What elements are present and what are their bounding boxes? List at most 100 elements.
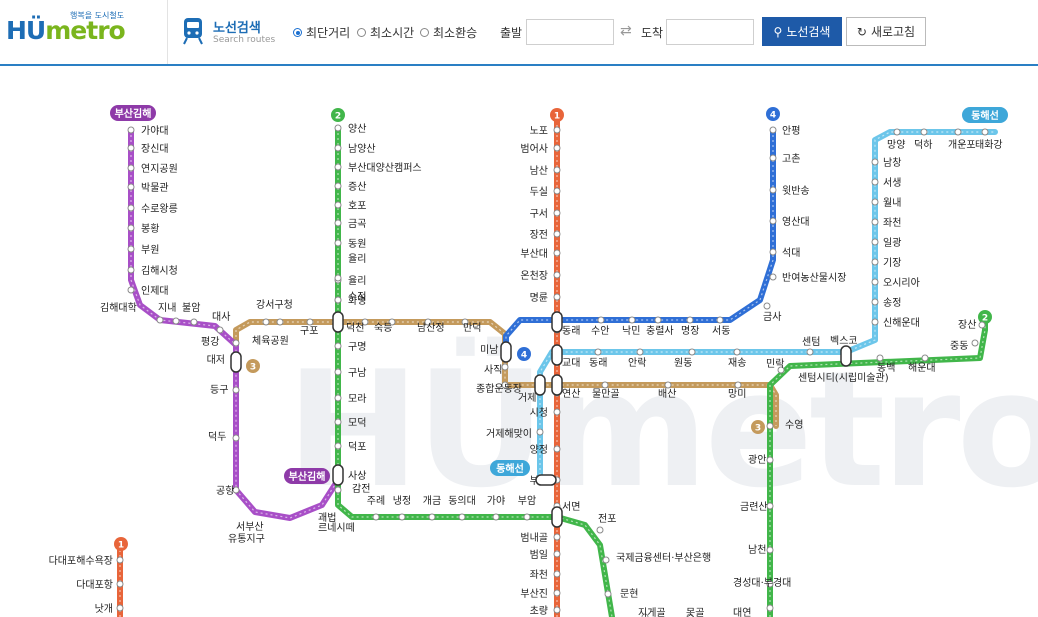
refresh-button[interactable]: ↻ 새로고침	[846, 17, 926, 46]
station-dot[interactable]	[127, 286, 135, 294]
station-label[interactable]: 수정	[348, 291, 366, 303]
station-label[interactable]: 동의대	[448, 495, 476, 507]
station-dot[interactable]	[766, 422, 774, 430]
station-dot[interactable]	[981, 128, 989, 136]
station-label[interactable]: 미남	[480, 344, 498, 356]
station-label[interactable]: 덕하	[914, 138, 932, 151]
station-dot[interactable]	[971, 339, 979, 347]
station-dot[interactable]	[871, 258, 879, 266]
station-dot[interactable]	[156, 316, 164, 324]
station-dot[interactable]	[523, 513, 531, 521]
station-dot[interactable]	[428, 513, 436, 521]
station-label[interactable]: 덕두	[208, 431, 226, 443]
station-label[interactable]: 월내	[883, 197, 901, 209]
station-label[interactable]: 르네시떼	[318, 522, 355, 534]
station-dot[interactable]	[871, 218, 879, 226]
station-label[interactable]: 망양	[887, 139, 905, 151]
station-dot[interactable]	[232, 339, 240, 347]
station-dot[interactable]	[636, 348, 644, 356]
station-dot[interactable]	[501, 363, 509, 371]
station-label[interactable]: 광안	[748, 454, 766, 466]
station-label[interactable]: 대사	[212, 311, 230, 323]
option-minimum-time[interactable]: 최소시간	[357, 24, 414, 41]
station-dot[interactable]	[766, 456, 774, 464]
station-dot[interactable]	[893, 128, 901, 136]
station-dot[interactable]	[734, 381, 742, 389]
station-label[interactable]: 센텀시티(시립미술관)	[798, 371, 889, 384]
station-label[interactable]: 명장	[681, 325, 699, 337]
station-dot[interactable]	[398, 513, 406, 521]
transfer-station[interactable]	[840, 345, 852, 367]
radio-selected-icon[interactable]	[293, 28, 302, 37]
station-dot[interactable]	[276, 318, 284, 326]
station-label[interactable]: 모라	[348, 393, 366, 405]
station-label[interactable]: 연지공원	[141, 163, 178, 175]
station-label[interactable]: 태화강	[975, 139, 1003, 151]
station-dot[interactable]	[876, 354, 884, 362]
station-dot[interactable]	[458, 513, 466, 521]
station-label[interactable]: 서부산	[236, 521, 264, 533]
station-label[interactable]: 율리	[348, 275, 366, 287]
station-label[interactable]: 사상	[348, 470, 366, 482]
swap-arrows-icon[interactable]: ⇄	[620, 23, 632, 39]
station-label[interactable]: 벡스코	[830, 335, 858, 347]
station-dot[interactable]	[334, 418, 342, 426]
station-label[interactable]: 윗반송	[782, 185, 810, 197]
station-label[interactable]: 덕천	[346, 322, 364, 334]
station-dot[interactable]	[920, 128, 928, 136]
station-label[interactable]: 망미	[728, 388, 746, 400]
station-label[interactable]: 못골	[686, 607, 704, 617]
transfer-station[interactable]	[500, 341, 512, 363]
station-label[interactable]: 가야	[487, 495, 505, 507]
station-dot[interactable]	[553, 230, 561, 238]
station-label[interactable]: 지게골	[638, 607, 666, 617]
station-dot[interactable]	[553, 445, 561, 453]
station-label[interactable]: 부산대양산캠퍼스	[348, 162, 422, 174]
station-label[interactable]: 다대포해수욕장	[49, 554, 113, 567]
station-dot[interactable]	[769, 248, 777, 256]
station-dot[interactable]	[871, 158, 879, 166]
station-label[interactable]: 부암	[518, 495, 536, 507]
station-label[interactable]: 덕포	[348, 441, 366, 453]
station-dot[interactable]	[262, 318, 270, 326]
station-dot[interactable]	[769, 217, 777, 225]
station-dot[interactable]	[769, 186, 777, 194]
station-dot[interactable]	[127, 204, 135, 212]
station-dot[interactable]	[763, 302, 771, 310]
station-dot[interactable]	[334, 239, 342, 247]
station-label[interactable]: 구포	[300, 326, 318, 337]
station-label[interactable]: 지내	[158, 302, 176, 314]
arrival-input[interactable]	[666, 19, 754, 45]
station-label[interactable]: 초량	[530, 605, 548, 617]
station-dot[interactable]	[127, 266, 135, 274]
station-dot[interactable]	[127, 164, 135, 172]
station-dot[interactable]	[334, 144, 342, 152]
station-label[interactable]: 동래	[562, 325, 580, 337]
station-dot[interactable]	[954, 128, 962, 136]
station-dot[interactable]	[596, 526, 604, 534]
departure-input[interactable]	[526, 19, 614, 45]
station-label[interactable]: 원동	[674, 357, 692, 369]
station-label[interactable]: 구명	[348, 341, 366, 353]
station-label[interactable]: 다대포항	[76, 579, 113, 591]
station-label[interactable]: 부원	[141, 244, 159, 256]
station-label[interactable]: 재송	[728, 357, 746, 369]
transfer-station[interactable]	[230, 351, 242, 373]
station-label[interactable]: 공항	[216, 485, 234, 497]
station-label[interactable]: 영산대	[782, 216, 810, 228]
station-dot[interactable]	[553, 570, 561, 578]
station-dot[interactable]	[232, 386, 240, 394]
humetro-logo[interactable]: 행복을 도시철도 HÜmetro	[6, 10, 156, 54]
station-dot[interactable]	[594, 348, 602, 356]
station-dot[interactable]	[553, 166, 561, 174]
station-dot[interactable]	[127, 183, 135, 191]
station-label[interactable]: 주례	[367, 495, 385, 507]
station-dot[interactable]	[334, 296, 342, 304]
station-label[interactable]: 배산	[658, 388, 676, 400]
station-dot[interactable]	[553, 408, 561, 416]
station-dot[interactable]	[769, 126, 777, 134]
station-label[interactable]: 기장	[883, 257, 901, 269]
station-label[interactable]: 양정	[530, 444, 548, 456]
subway-map[interactable]: HÜmetro 1 2 3 3 4 4 2 1 동해선 동해선 부산김해 부산김해 노포 범어사 남산 두실 구…	[0, 66, 1038, 617]
station-label[interactable]: 거제해맞이	[486, 427, 532, 440]
